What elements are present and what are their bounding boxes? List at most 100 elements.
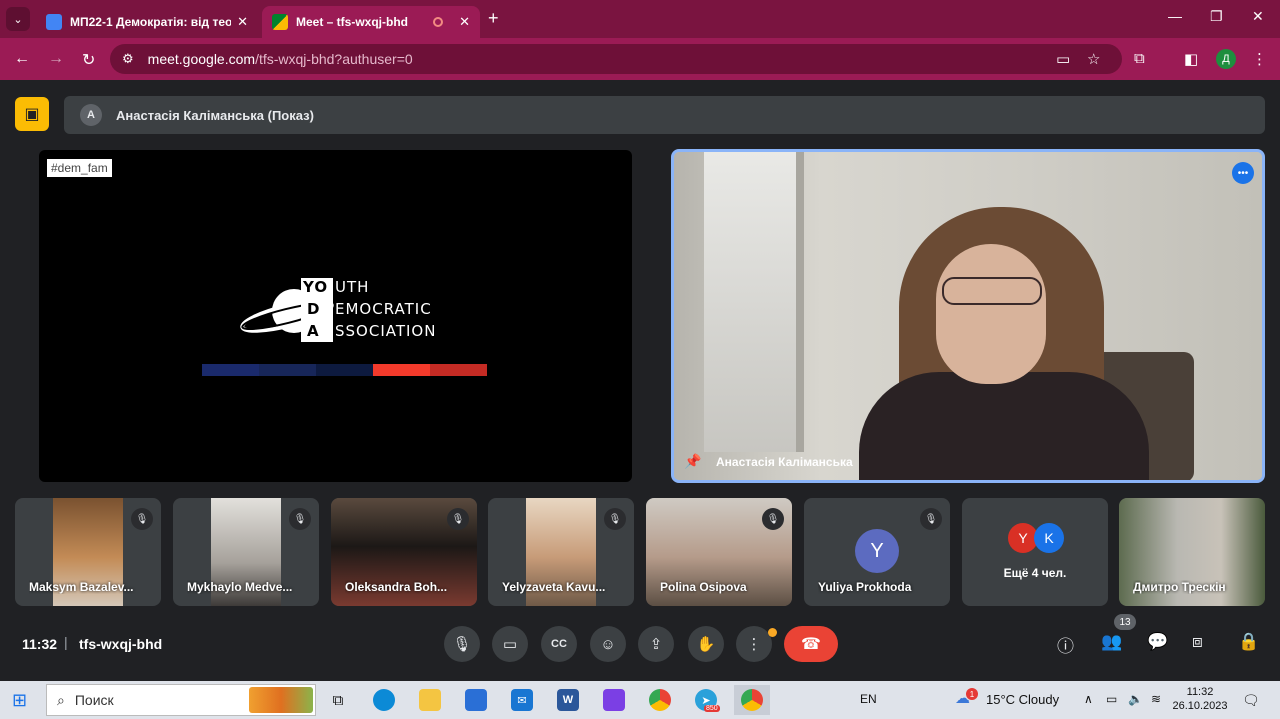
profile-avatar[interactable]: Д	[1216, 49, 1236, 69]
clock-time: 11:32	[1186, 686, 1214, 698]
task-view-icon[interactable]: ⧉	[320, 685, 356, 715]
back-icon[interactable]: ←	[14, 50, 30, 68]
chrome-app[interactable]	[642, 685, 678, 715]
pin-icon[interactable]: 📌	[684, 453, 701, 470]
participant-name: Yelyzaveta Kavu...	[502, 580, 606, 594]
activities-icon[interactable]: ⧈	[1192, 632, 1203, 652]
more-options-button[interactable]: ⋮	[736, 626, 772, 662]
new-tab-button[interactable]: +	[488, 8, 499, 29]
tab-course[interactable]: МП22-1 Демократія: від теорі ✕	[36, 6, 258, 38]
active-speaker-tile[interactable]: ••• 📌 Анастасія Каліманська	[671, 149, 1265, 483]
explorer-app[interactable]	[412, 685, 448, 715]
taskbar-clock[interactable]: 11:32 26.10.2023	[1172, 685, 1228, 713]
captions-icon: CC	[551, 638, 567, 650]
participant-tile[interactable]: 🎙 Mykhaylo Medve...	[173, 498, 319, 606]
more-participants-tile[interactable]: Y K Ещё 4 чел.	[962, 498, 1108, 606]
presenter-avatar: А	[80, 104, 102, 126]
captions-button[interactable]: CC	[541, 626, 577, 662]
reactions-button[interactable]: ☺	[590, 626, 626, 662]
minimize-icon[interactable]: —	[1168, 8, 1182, 24]
presenter-label: Анастасія Каліманська (Показ)	[116, 107, 314, 123]
speaker-name: Анастасія Каліманська	[716, 455, 853, 469]
restore-icon[interactable]: ❐	[1210, 8, 1223, 25]
hashtag-label: #dem_fam	[47, 159, 112, 177]
battery-icon[interactable]: ▭	[1106, 692, 1117, 706]
meeting-info-icon[interactable]: ⓘ	[1057, 632, 1074, 657]
extensions-icon[interactable]: ⧉	[1134, 50, 1145, 67]
tab-meet[interactable]: Meet – tfs-wxqj-bhd ✕	[262, 6, 480, 38]
address-bar[interactable]: ⚙ meet.google.com/tfs-wxqj-bhd?authuser=…	[110, 44, 1122, 74]
notifications-icon[interactable]: 🗨	[1242, 692, 1260, 709]
bookmark-star-icon[interactable]: ☆	[1087, 50, 1100, 68]
speaker-glasses	[942, 277, 1042, 305]
mic-off-icon: 🎙	[604, 508, 626, 530]
edge-app[interactable]	[366, 685, 402, 715]
close-tab-icon[interactable]: ✕	[237, 14, 248, 30]
clipchamp-app[interactable]	[596, 685, 632, 715]
shared-screen[interactable]: #dem_fam YO D A UTH EMOCRATIC SSOCIATION	[39, 150, 632, 482]
store-app[interactable]	[458, 685, 494, 715]
volume-icon[interactable]: 🔈	[1128, 692, 1143, 706]
search-placeholder: Поиск	[74, 692, 114, 708]
site-info-icon[interactable]: ⚙	[122, 51, 134, 67]
wifi-icon[interactable]: ≋	[1151, 692, 1161, 706]
clock-date: 26.10.2023	[1172, 700, 1228, 712]
weather-text[interactable]: 15°C Cloudy	[986, 692, 1059, 707]
folder-icon	[419, 689, 441, 711]
chrome-profile-app[interactable]	[734, 685, 770, 715]
participant-name: Maksym Bazalev...	[29, 580, 134, 594]
participant-name: Mykhaylo Medve...	[187, 580, 293, 594]
camera-in-use-icon[interactable]: ▭	[1056, 50, 1070, 68]
presentation-bar: А Анастасія Каліманська (Показ)	[64, 96, 1265, 134]
logo-word-youth: UTH	[335, 278, 370, 296]
url-path: /tfs-wxqj-bhd?authuser=0	[255, 51, 413, 67]
raise-hand-button[interactable]: ✋	[688, 626, 724, 662]
telegram-badge: 850	[704, 705, 720, 712]
participant-avatar: Y	[855, 529, 899, 573]
participant-name: Yuliya Prokhoda	[818, 580, 912, 594]
tray-overflow-icon[interactable]: ∧	[1084, 692, 1093, 706]
word-app[interactable]: W	[550, 685, 586, 715]
mail-icon: ✉	[511, 689, 533, 711]
flag-stripe	[202, 364, 259, 376]
participant-tile[interactable]: 🎙 Polina Osipova	[646, 498, 792, 606]
speaking-indicator-icon[interactable]: •••	[1232, 162, 1254, 184]
participant-name: Oleksandra Boh...	[345, 580, 448, 594]
close-tab-icon[interactable]: ✕	[459, 14, 470, 30]
edge-icon	[373, 689, 395, 711]
participant-tile[interactable]: Дмитро Трескін	[1119, 498, 1265, 606]
present-button[interactable]: ⇪	[638, 626, 674, 662]
tab-search-button[interactable]: ⌄	[6, 7, 30, 31]
people-icon[interactable]: 👥	[1101, 632, 1122, 652]
speaker-body	[859, 372, 1149, 480]
yda-logo: YO D A UTH EMOCRATIC SSOCIATION	[239, 278, 479, 342]
host-controls-icon[interactable]: 🔒	[1238, 632, 1259, 652]
tab-title: МП22-1 Демократія: від теорі	[70, 15, 232, 29]
chrome-icon	[649, 689, 671, 711]
side-panel-icon[interactable]: ◧	[1184, 50, 1198, 68]
mail-app[interactable]: ✉	[504, 685, 540, 715]
forward-icon[interactable]: →	[48, 50, 64, 68]
browser-menu-icon[interactable]: ⋮	[1252, 50, 1267, 68]
taskbar-search[interactable]: ⌕ Поиск	[46, 684, 316, 716]
close-window-icon[interactable]: ✕	[1252, 8, 1264, 25]
language-indicator[interactable]: EN	[860, 692, 877, 706]
emoji-icon: ☺	[600, 635, 616, 653]
microphone-button[interactable]: 🎙	[444, 626, 480, 662]
mic-off-icon: 🎙	[289, 508, 311, 530]
participant-tile[interactable]: 🎙 Maksym Bazalev...	[15, 498, 161, 606]
meeting-separator: |	[64, 634, 68, 650]
participant-tile[interactable]: Y 🎙 Yuliya Prokhoda	[804, 498, 950, 606]
weather-alert-badge: 1	[966, 688, 978, 700]
leave-call-button[interactable]: ☎	[784, 626, 838, 662]
windows-start-icon[interactable]: ⊞	[12, 690, 27, 711]
participant-tile[interactable]: 🎙 Oleksandra Boh...	[331, 498, 477, 606]
reload-icon[interactable]: ↻	[82, 50, 95, 70]
camera-button[interactable]: ▭	[492, 626, 528, 662]
camera-off-indicator-icon[interactable]: ▣	[15, 97, 49, 131]
clipchamp-icon	[603, 689, 625, 711]
participant-tile[interactable]: 🎙 Yelyzaveta Kavu...	[488, 498, 634, 606]
chat-icon[interactable]: 💬	[1147, 632, 1168, 652]
meeting-code: tfs-wxqj-bhd	[79, 636, 163, 652]
search-highlight-image	[249, 687, 313, 713]
